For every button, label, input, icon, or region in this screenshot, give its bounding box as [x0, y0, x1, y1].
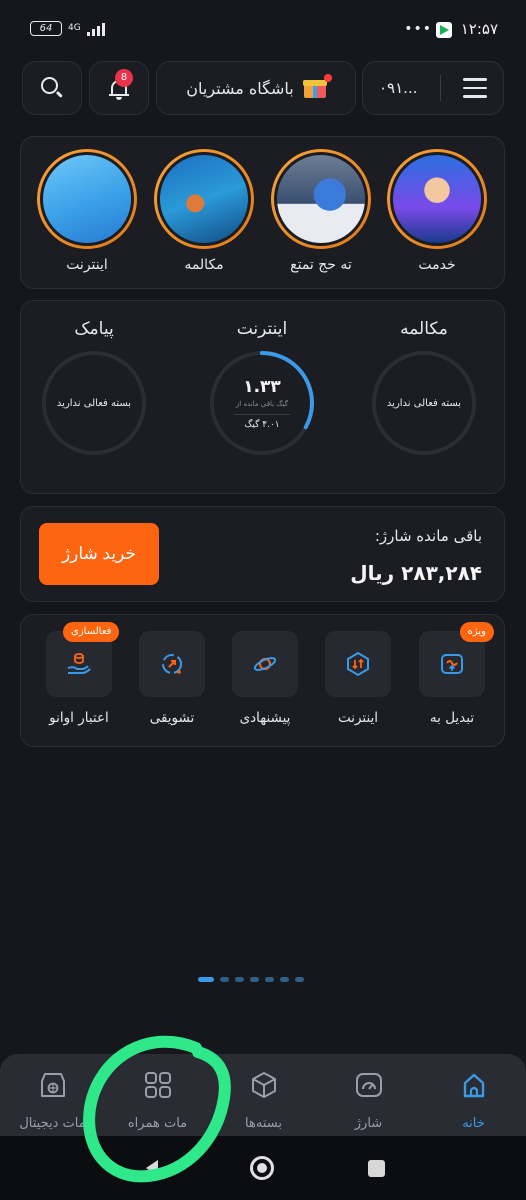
search-button[interactable] [22, 61, 82, 115]
service-name: تبدیل به [429, 710, 475, 726]
play-store-icon [436, 22, 452, 38]
customer-club-label: باشگاه مشتریان [186, 78, 294, 98]
package-icon [251, 1072, 276, 1098]
status-left: 64 4G [30, 21, 105, 36]
story-label: مکالمه [184, 257, 224, 273]
service-name: اعتبار اوانو [49, 710, 109, 726]
nav-charge[interactable]: شارژ [316, 1070, 421, 1131]
reward-icon [162, 654, 182, 674]
service-credit[interactable]: اعتبار اوانو [39, 631, 119, 726]
status-time: ۱۲:۵۷ [460, 20, 498, 38]
balance-value: ۲۸۳,۲۸۴ ریال [350, 561, 482, 585]
activate-tag[interactable]: فعالسازی [63, 622, 120, 642]
page-dot [198, 977, 214, 982]
credit-icon [67, 653, 91, 674]
phone-number: ۰۹۱... [379, 79, 418, 97]
internet-usage[interactable]: اینترنت ۱.۳۳ گیگ باقی مانده از ۴.۰۱ گیگ [192, 319, 332, 455]
balance-card: باقی مانده شارژ: ۲۸۳,۲۸۴ ریال خرید شارژ [20, 506, 505, 602]
call-usage[interactable]: مکالمه بسته فعالی ندارید [354, 319, 494, 455]
signal-icon [86, 22, 105, 36]
account-menu-button[interactable]: ۰۹۱... [362, 61, 504, 115]
service-name: پیشنهادی [239, 710, 291, 726]
buy-charge-button[interactable]: خرید شارژ [39, 523, 159, 585]
service-name: اینترنت [337, 710, 379, 726]
gift-icon [302, 74, 332, 98]
divider [439, 75, 441, 101]
story-image [274, 152, 368, 246]
search-icon [41, 77, 63, 99]
sms-title: پیامک [74, 319, 114, 339]
nav-label: خانه [462, 1116, 485, 1131]
page-dot [265, 977, 274, 982]
hamburger-icon [462, 78, 487, 98]
story-item[interactable]: مکالمه [154, 149, 254, 273]
service-tile [139, 631, 205, 697]
call-title: مکالمه [400, 319, 448, 339]
special-tag: ویژه [459, 622, 494, 642]
annotation-circle [83, 1035, 231, 1183]
network-type: 4G [68, 23, 81, 33]
story-label: ته حج تمتع [290, 257, 352, 273]
home-icon [463, 1073, 484, 1098]
story-image [40, 152, 134, 246]
balance-label: باقی مانده شارژ: [374, 527, 482, 545]
sms-gauge: بسته فعالی ندارید [42, 351, 146, 455]
service-name: تشویقی [149, 710, 195, 726]
convert-icon [441, 654, 463, 674]
services-row: تبدیل به اینترنت پیشنهادی تشویقی اعتبار … [20, 614, 505, 747]
service-tile [232, 631, 298, 697]
internet-gauge: ۱.۳۳ گیگ باقی مانده از ۴.۰۱ گیگ [210, 351, 314, 455]
call-gauge: بسته فعالی ندارید [372, 351, 476, 455]
page-dot [235, 977, 244, 982]
store-icon [40, 1073, 65, 1097]
story-label: اینترنت [66, 257, 108, 273]
more-notifications-icon: ••• [404, 21, 432, 37]
page-dot [220, 977, 229, 982]
page-dot [280, 977, 289, 982]
nav-home[interactable]: خانه [421, 1070, 526, 1131]
story-label: خدمت [418, 257, 456, 273]
story-image [157, 152, 251, 246]
page-dot [295, 977, 304, 982]
customer-club-button[interactable]: باشگاه مشتریان [156, 61, 356, 115]
sms-usage[interactable]: پیامک بسته فعالی ندارید [24, 319, 164, 455]
usage-summary: مکالمه بسته فعالی ندارید اینترنت ۱.۳۳ گی… [20, 300, 505, 494]
internet-progress-arc [210, 351, 314, 455]
service-convert[interactable]: تبدیل به [412, 631, 492, 726]
stories-carousel: خدمت ته حج تمتع مکالمه اینترنت [20, 136, 505, 289]
home-button-icon[interactable] [250, 1156, 274, 1180]
page-dot [250, 977, 259, 982]
recent-apps-icon[interactable] [368, 1160, 385, 1177]
battery-icon: 64 [30, 21, 62, 36]
story-item[interactable]: ته حج تمتع [271, 149, 371, 273]
internet-icon [347, 651, 369, 677]
sms-status: بسته فعالی ندارید [56, 397, 132, 409]
nav-label: شارژ [354, 1116, 383, 1131]
story-image [390, 152, 484, 246]
status-bar: 64 4G ••• ۱۲:۵۷ [0, 0, 526, 58]
gauge-icon [355, 1073, 382, 1097]
call-status: بسته فعالی ندارید [386, 397, 462, 409]
story-item[interactable]: اینترنت [37, 149, 137, 273]
internet-title: اینترنت [236, 319, 288, 339]
service-tile [325, 631, 391, 697]
story-item[interactable]: خدمت [387, 149, 487, 273]
page-indicator [198, 977, 304, 982]
service-suggested[interactable]: پیشنهادی [225, 631, 305, 726]
planet-icon [253, 657, 277, 671]
service-reward[interactable]: تشویقی [132, 631, 212, 726]
notification-badge: 8 [115, 69, 133, 87]
service-internet[interactable]: اینترنت [318, 631, 398, 726]
